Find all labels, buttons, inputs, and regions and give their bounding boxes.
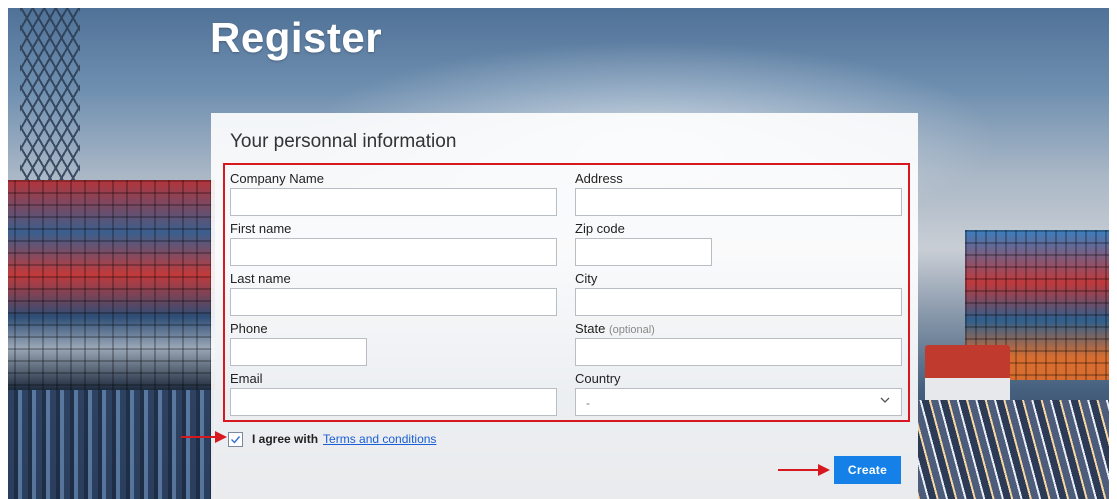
- sea-reflection: [0, 390, 215, 499]
- zip-code-label: Zip code: [575, 221, 625, 236]
- email-label: Email: [230, 371, 263, 386]
- address-input[interactable]: [575, 188, 902, 216]
- address-label: Address: [575, 171, 623, 186]
- first-name-label: First name: [230, 221, 292, 236]
- zip-code-input[interactable]: [575, 238, 712, 266]
- phone-label: Phone: [230, 321, 268, 336]
- terms-link[interactable]: Terms and conditions: [323, 432, 436, 446]
- container-ship: [0, 180, 215, 390]
- registration-panel: Your personnal information Company Name …: [211, 113, 918, 499]
- arrow-right-icon: [181, 431, 227, 443]
- state-input[interactable]: [575, 338, 902, 366]
- country-select[interactable]: -: [575, 388, 902, 416]
- form-highlight-box: Company Name First name Last name Phone …: [223, 163, 910, 422]
- state-label: State (optional): [575, 321, 655, 336]
- page-title: Register: [210, 14, 383, 61]
- last-name-input[interactable]: [230, 288, 557, 316]
- optional-tag: (optional): [608, 324, 655, 336]
- create-button[interactable]: Create: [834, 456, 901, 484]
- arrow-right-icon: [778, 464, 830, 476]
- company-name-input[interactable]: [230, 188, 557, 216]
- light-trails-road: [918, 400, 1117, 499]
- first-name-input[interactable]: [230, 238, 557, 266]
- crane-silhouette: [20, 8, 80, 208]
- agree-checkbox[interactable]: [228, 431, 243, 447]
- agree-text: I agree with: [252, 432, 319, 446]
- checkmark-icon: [231, 435, 241, 444]
- company-name-label: Company Name: [230, 171, 324, 186]
- email-input[interactable]: [230, 388, 557, 416]
- phone-input[interactable]: [230, 338, 367, 366]
- state-label-text: State: [575, 321, 606, 336]
- frame-top: [0, 0, 1117, 8]
- country-selected-value: -: [586, 396, 590, 410]
- terms-agreement: I agree with Terms and conditions: [228, 430, 436, 448]
- chevron-down-icon: [880, 397, 890, 403]
- truck: [925, 345, 1010, 405]
- last-name-label: Last name: [230, 271, 291, 286]
- section-title: Your personnal information: [230, 131, 457, 152]
- city-label: City: [575, 271, 598, 286]
- frame-left: [0, 0, 8, 499]
- city-input[interactable]: [575, 288, 902, 316]
- frame-right: [1109, 0, 1117, 499]
- country-label: Country: [575, 371, 621, 386]
